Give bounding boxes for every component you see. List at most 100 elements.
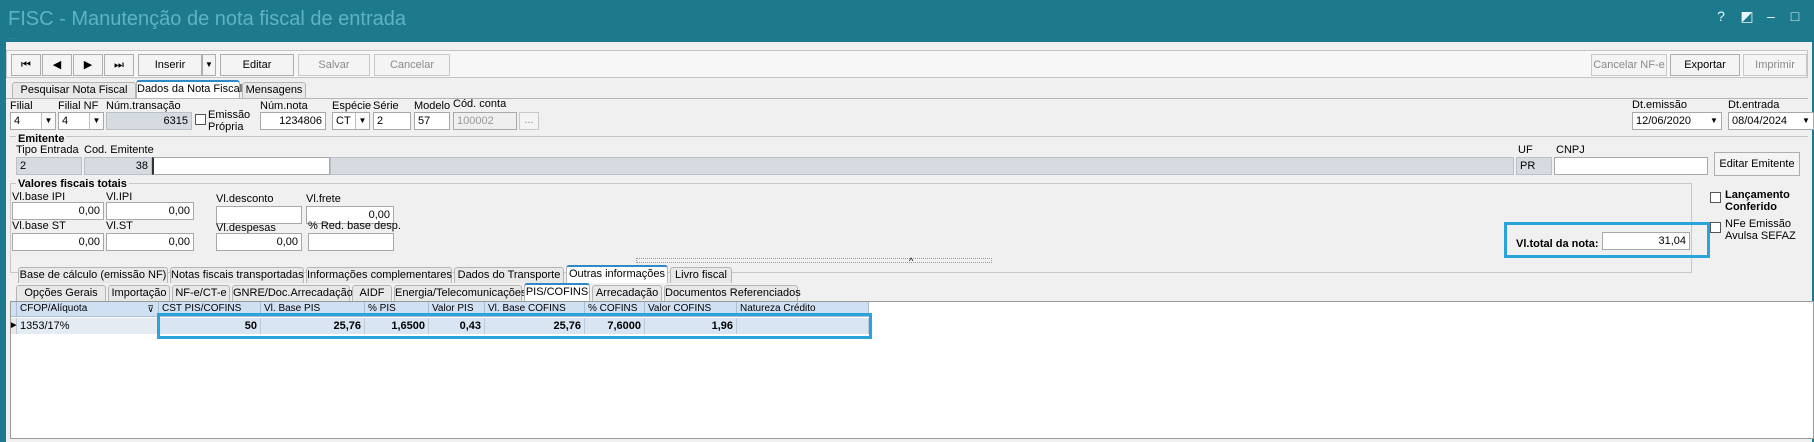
cancel-button[interactable]: Cancelar — [374, 54, 450, 76]
minimize-icon[interactable]: – — [1760, 6, 1782, 26]
desconto-label: Vl.desconto — [216, 193, 274, 205]
splitter-handle[interactable] — [636, 258, 992, 263]
tab-dados-da-nota-fiscal[interactable]: Dados da Nota Fiscal — [136, 80, 242, 98]
serie-label: Série — [373, 100, 399, 112]
red-base-label: % Red. base desp. — [308, 220, 401, 232]
tab-pesquisar-nota-fiscal[interactable]: Pesquisar Nota Fiscal — [12, 82, 136, 98]
filial-label: Filial — [10, 100, 33, 112]
print-button[interactable]: Imprimir — [1743, 54, 1807, 76]
tab-base-de-calculo[interactable]: Base de cálculo (emissão NF) — [18, 267, 168, 283]
especie-label: Espécie — [332, 100, 372, 112]
emissao-propria-label-1: Emissão — [208, 109, 251, 121]
cancel-nfe-button[interactable]: Cancelar NF-e — [1591, 54, 1667, 76]
cod-conta-lookup-button[interactable]: ... — [519, 112, 539, 130]
st-label: Vl.ST — [106, 220, 133, 232]
dt-emissao-field[interactable]: 12/06/2020 ▼ — [1632, 112, 1722, 130]
save-button[interactable]: Salvar — [298, 54, 370, 76]
first-record-button[interactable]: ⏮ — [11, 54, 41, 76]
num-nota-label: Núm.nota — [260, 100, 308, 112]
ipi-field[interactable]: 0,00 — [106, 202, 194, 220]
nfe-avulsa-label-1: NFe Emissão — [1725, 218, 1792, 230]
st-field[interactable]: 0,00 — [106, 233, 194, 251]
cod-conta-field: 100002 — [453, 112, 517, 130]
next-record-button[interactable]: ▶ — [73, 54, 103, 76]
nfe-avulsa-checkbox[interactable] — [1710, 222, 1721, 233]
cnpj-label: CNPJ — [1556, 144, 1585, 156]
window-subtitle: ... — [8, 31, 16, 41]
tab-importacao[interactable]: Importação — [108, 285, 170, 301]
nfe-avulsa-label-2: Avulsa SEFAZ — [1725, 230, 1796, 242]
tab-outras-informacoes[interactable]: Outras informações — [566, 265, 668, 283]
collapse-up-icon[interactable]: ^ — [909, 256, 913, 266]
insert-button[interactable]: Inserir — [138, 54, 202, 76]
resize-icon[interactable]: ◩ — [1736, 6, 1758, 26]
cell-cfop: 1353/17% — [17, 318, 159, 334]
base-ipi-field[interactable]: 0,00 — [12, 202, 104, 220]
filial-nf-select[interactable]: 4 ▼ — [58, 112, 104, 130]
emitente-name-input[interactable] — [152, 157, 330, 175]
especie-select[interactable]: CT ▼ — [332, 112, 370, 130]
dt-entrada-field[interactable]: 08/04/2024 ▼ — [1728, 112, 1814, 130]
emissao-propria-checkbox[interactable] — [195, 114, 206, 125]
num-transacao-field: 6315 — [106, 112, 192, 130]
filter-icon[interactable]: ⊽ — [147, 302, 154, 316]
title-bar: FISC - Manutenção de nota fiscal de entr… — [0, 0, 1814, 42]
valores-section-label: Valores fiscais totais — [16, 178, 129, 190]
num-transacao-label: Núm.transação — [106, 100, 181, 112]
frete-label: Vl.frete — [306, 193, 341, 205]
modelo-field[interactable]: 57 — [414, 112, 450, 130]
tab-dados-do-transporte[interactable]: Dados do Transporte — [454, 267, 564, 283]
modelo-label: Modelo — [414, 100, 451, 112]
filial-nf-label: Filial NF — [58, 100, 99, 112]
emissao-propria-label-2: Própria — [208, 121, 244, 133]
cnpj-field[interactable] — [1554, 157, 1708, 175]
tipo-entrada-field: 2 — [16, 157, 82, 175]
maximize-icon[interactable]: □ — [1784, 6, 1806, 26]
base-st-field[interactable]: 0,00 — [12, 233, 104, 251]
editar-emitente-button[interactable]: Editar Emitente — [1714, 152, 1800, 176]
window-title: FISC - Manutenção de nota fiscal de entr… — [8, 8, 407, 30]
lancamento-conferido-checkbox[interactable] — [1710, 192, 1721, 203]
tab-mensagens[interactable]: Mensagens — [242, 82, 306, 98]
last-record-button[interactable]: ⏭ — [104, 54, 134, 76]
chevron-down-icon: ▼ — [41, 113, 55, 129]
lancamento-label-2: Conferido — [1725, 201, 1777, 213]
tab-documentos-referenciados[interactable]: Documentos Referenciados — [664, 285, 801, 301]
tab-gnre[interactable]: GNRE/Doc.Arrecadação — [232, 285, 353, 301]
edit-button[interactable]: Editar — [220, 54, 294, 76]
grid-row-highlight — [157, 313, 872, 339]
tab-arrecadacao[interactable]: Arrecadação — [592, 285, 662, 301]
dt-emissao-label: Dt.emissão — [1632, 99, 1688, 111]
tab-informacoes-complementares[interactable]: Informações complementares — [306, 267, 452, 283]
uf-label: UF — [1518, 144, 1533, 156]
insert-dropdown-icon[interactable]: ▼ — [202, 54, 216, 76]
help-icon[interactable]: ? — [1710, 6, 1732, 26]
chevron-down-icon: ▼ — [1710, 116, 1718, 125]
tab-opcoes-gerais[interactable]: Opções Gerais — [16, 285, 106, 301]
uf-field: PR — [1516, 157, 1552, 175]
num-nota-field[interactable]: 1234806 — [260, 112, 326, 130]
chevron-down-icon: ▼ — [1802, 116, 1810, 125]
tab-notas-fiscais-transportadas[interactable]: Notas fiscais transportadas — [170, 267, 304, 283]
serie-field[interactable]: 2 — [373, 112, 411, 130]
cod-emitente-field: 38 — [84, 157, 152, 175]
lancamento-label-1: Lançamento — [1725, 189, 1790, 201]
tab-livro-fiscal[interactable]: Livro fiscal — [670, 267, 732, 283]
export-button[interactable]: Exportar — [1670, 54, 1740, 76]
tab-pis-cofins[interactable]: PIS/COFINS — [524, 283, 590, 301]
tab-aidf[interactable]: AIDF — [352, 285, 392, 301]
tab-energia-telecom[interactable]: Energia/Telecomunicações — [394, 285, 526, 301]
window-body: ⏮ ◀ ▶ ⏭ Inserir ▼ Editar Salvar Cancelar… — [0, 42, 1814, 442]
filial-select[interactable]: 4 ▼ — [10, 112, 56, 130]
emitente-separator — [10, 136, 1808, 137]
dt-entrada-label: Dt.entrada — [1728, 99, 1780, 111]
despesas-field[interactable]: 0,00 — [216, 233, 302, 251]
previous-record-button[interactable]: ◀ — [42, 54, 72, 76]
tab-divider — [6, 98, 1808, 99]
base-st-label: Vl.base ST — [12, 220, 66, 232]
total-highlight — [1504, 222, 1710, 258]
red-base-field[interactable] — [308, 233, 394, 251]
pis-cofins-grid[interactable]: CFOP/Alíquota ⊽ CST PIS/COFINS Vl. Base P… — [10, 301, 1814, 439]
column-header-cfop[interactable]: CFOP/Alíquota ⊽ — [17, 302, 159, 317]
tab-nfe-cte[interactable]: NF-e/CT-e — [172, 285, 230, 301]
